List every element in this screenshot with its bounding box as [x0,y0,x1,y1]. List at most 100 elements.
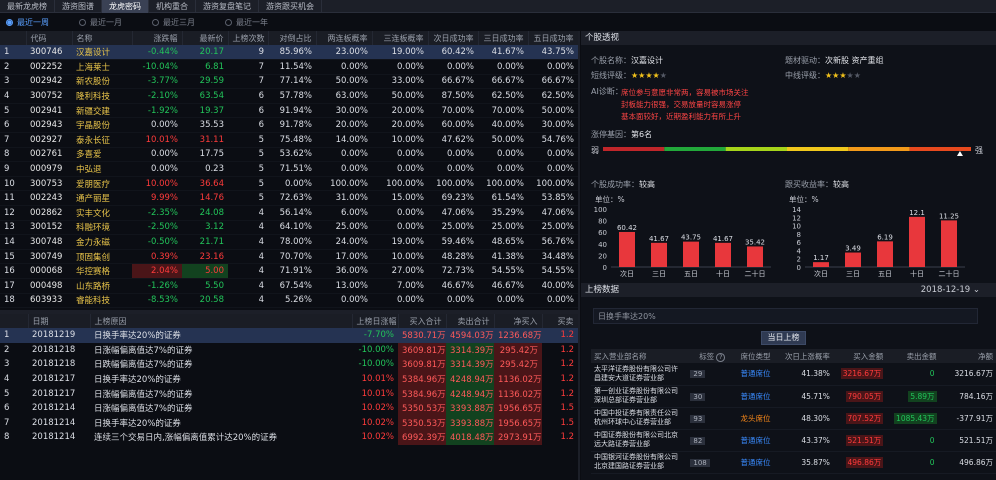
stock-row[interactable]: 2 002252 上海莱士 -10.04% 6.81 7 11.54% 0.00% 0.00% 0… [0,59,578,75]
seat-col-header-3[interactable]: 次日上涨概率 [773,349,833,363]
range-option-0[interactable]: 最近一周 [6,17,49,28]
range-option-3[interactable]: 最近一年 [225,17,268,28]
record-row[interactable]: 3 20181218 日跌幅偏离值达7%的证券 -10.00% 3609.81万 3314… [0,357,578,372]
stock-row[interactable]: 1 300746 汉嘉设计 -0.44% 20.17 9 85.96% 23.00% 19.00… [0,45,578,61]
record-cell-chg: -10.00% [358,344,394,355]
stock-row[interactable]: 9 000979 中弘退 0.00% 0.23 5 71.51% 0.00% 0.00% 0.00… [0,161,578,177]
record-row[interactable]: 4 20181217 日换手率达20%的证券 10.01% 5384.96万 4248.9… [0,371,578,387]
seat-dept-name[interactable]: 第一创业证券股份有限公司深圳总部证券营业部 [591,385,688,408]
stock-cell-times: 4 [228,278,268,294]
record-col-header-2[interactable]: 上榜原因 [90,314,353,328]
stock-cell-name: 宇晶股份 [72,117,132,134]
stock-cell-no: 8 [0,147,26,163]
stock-row[interactable]: 14 300748 金力永磁 -0.50% 21.71 4 78.00% 24.00% 19.0… [0,234,578,250]
seat-dept-name[interactable]: 中国银河证券股份有限公司北京建国路证券营业部 [591,451,688,474]
stock-cell-code: 000068 [26,263,72,279]
tab-4[interactable]: 游资复盘笔记 [196,0,259,13]
stock-cell-dui: 91.94% [268,103,316,119]
stock-cell-d5: 30.00% [528,117,578,134]
billboard-reason-field[interactable]: 日换手率达20% [593,308,978,324]
stock-row[interactable]: 8 002761 多喜爱 0.00% 17.75 5 53.62% 0.00% 0.00% 0.0… [0,147,578,163]
seat-row[interactable]: 太平洋证券股份有限公司许昌建安大道证券营业部 29 普通席位 41.38% 3216.6… [591,363,996,386]
record-cell-date: 20181214 [32,417,76,428]
stock-col-header-2[interactable]: 名称 [72,31,133,45]
stock-col-header-5[interactable]: 上榜次数 [228,31,269,45]
stock-row[interactable]: 15 300749 顶固集创 0.39% 23.16 4 70.70% 17.00% 10.00… [0,249,578,265]
stock-row[interactable]: 17 000498 山东路桥 -1.26% 5.50 4 67.54% 13.00% 7.00%… [0,278,578,294]
stock-col-header-9[interactable]: 次日成功率 [428,31,479,45]
record-cell-sell: 3393.88万 [446,400,494,416]
tab-1[interactable]: 游资图谱 [55,0,102,13]
stock-col-header-0[interactable] [0,31,27,45]
stock-col-header-10[interactable]: 三日成功率 [478,31,529,45]
stock-row[interactable]: 5 002941 新疆交建 -1.92% 19.37 6 91.94% 30.00% 20.00… [0,103,578,119]
seat-col-header-1[interactable]: 标签? [687,349,729,363]
seat-col-header-6[interactable]: 净额 [939,349,996,363]
record-row[interactable]: 7 20181214 日换手率达20%的证券 10.02% 5350.53万 3393.8… [0,415,578,431]
stock-row[interactable]: 4 300752 隆利科技 -2.10% 63.54 6 57.78% 63.00% 50.00… [0,88,578,104]
seat-row[interactable]: 中国中投证券有限责任公司杭州环球中心证券营业部 93 龙头席位 48.30% 707.5… [591,407,996,430]
record-row[interactable]: 6 20181214 日涨幅偏离值达7%的证券 10.02% 5350.53万 3393.… [0,400,578,416]
stock-cell-d3: 62.50% [478,88,528,104]
strength-gauge: 弱强 [591,146,983,156]
success-rate-chart: 0 20 40 60 80 100 60.42 次日 41.67 三日 43.75 五日 41.67 十日… [594,206,771,278]
seat-dept-name[interactable]: 中国中投证券有限责任公司杭州环球中心证券营业部 [591,407,688,430]
stock-row[interactable]: 7 002927 泰永长征 10.01% 31.11 5 75.48% 14.00% 10.00… [0,132,578,148]
range-option-2[interactable]: 最近三月 [152,17,195,28]
record-col-header-5[interactable]: 卖出合计 [446,314,495,328]
stock-row[interactable]: 12 002862 实丰文化 -2.35% 24.08 4 56.14% 6.00% 0.00%… [0,205,578,221]
seat-col-header-5[interactable]: 卖出金额 [886,349,940,363]
x-tick-label: 五日 [878,270,892,278]
record-cell-buy: 3609.81万 [398,342,446,358]
record-row[interactable]: 5 20181217 日涨幅偏离值达7%的证券 10.01% 5384.96万 4248.… [0,386,578,401]
stock-col-header-6[interactable]: 对倒占比 [268,31,317,45]
ai-diagnosis-line: 基本面较好，近期盈利能力有所上升 [621,112,741,121]
seat-dept-name[interactable]: 太平洋证券股份有限公司许昌建安大道证券营业部 [591,363,688,386]
record-row[interactable]: 2 20181218 日涨幅偏离值达7%的证券 -10.00% 3609.81万 3314… [0,342,578,358]
seat-col-header-0[interactable]: 买入营业部名称 [591,349,688,363]
star-empty-icon: ★ [659,71,667,80]
record-col-header-1[interactable]: 日期 [28,314,91,328]
record-col-header-0[interactable] [0,314,29,328]
tab-0[interactable]: 最新龙虎榜 [0,0,55,13]
seat-dept-name[interactable]: 中国证券股份有限公司北京远大路证券营业部 [591,429,688,452]
stock-row[interactable]: 3 002942 新农股份 -3.77% 29.59 7 77.14% 50.00% 33.00… [0,74,578,90]
stock-row[interactable]: 16 000068 华控赛格 2.04% 5.00 4 71.91% 36.00% 27.00%… [0,263,578,279]
tab-5[interactable]: 游资跟买机会 [259,0,322,13]
seat-col-header-2[interactable]: 席位类型 [728,349,774,363]
stock-col-header-7[interactable]: 两连板概率 [316,31,373,45]
stock-row[interactable]: 13 300152 科融环境 -2.50% 3.12 4 64.10% 25.00% 0.00%… [0,220,578,236]
seat-row[interactable]: 中国银河证券股份有限公司北京建国路证券营业部 108 普通席位 35.87% 496.8… [591,451,996,474]
stock-col-header-1[interactable]: 代码 [26,31,73,45]
today-billboard-button[interactable]: 当日上榜 [761,331,806,345]
record-row[interactable]: 8 20181214 连续三个交易日内,涨幅偏离值累计达20%的证券 10.02% 69… [0,430,578,445]
vertical-scrollbar[interactable] [578,31,580,480]
seat-col-header-label: 买入金额 [853,351,884,361]
record-col-header-4[interactable]: 买入合计 [398,314,447,328]
stock-cell-no: 2 [0,59,26,75]
range-option-1[interactable]: 最近一月 [79,17,122,28]
seat-col-header-4[interactable]: 买入金额 [832,349,887,363]
stock-col-header-4[interactable]: 最新价 [182,31,229,45]
seat-tag: 108 [690,458,710,467]
record-row[interactable]: 1 20181219 日换手率达20%的证券 -7.70% 5830.71万 4594.0… [0,328,578,343]
seat-row[interactable]: 中国证券股份有限公司北京远大路证券营业部 82 普通席位 43.37% 521.51万 0… [591,429,996,452]
stock-row[interactable]: 6 002943 宇晶股份 0.00% 35.53 6 91.78% 20.00% 20.00%… [0,117,578,134]
billboard-date-picker[interactable]: 2018-12-19 ⌄ [921,283,980,297]
stock-col-header-3[interactable]: 涨跌幅 [132,31,183,45]
stock-col-header-8[interactable]: 三连板概率 [372,31,429,45]
seat-row[interactable]: 第一创业证券股份有限公司深圳总部证券营业部 30 普通席位 45.71% 790.05万… [591,385,996,408]
tab-3[interactable]: 机构重合 [149,0,196,13]
stock-row[interactable]: 10 300753 爱朋医疗 10.00% 36.64 5 0.00% 100.00% 100.… [0,176,578,192]
stock-row[interactable]: 11 002243 通产丽星 9.99% 14.76 5 72.63% 31.00% 15.00… [0,190,578,207]
record-cell-chg: -7.70% [352,328,398,343]
stock-cell-d3: 41.67% [478,45,528,61]
record-col-header-6[interactable]: 净买入 [494,314,543,328]
record-col-header-3[interactable]: 上榜日涨幅 [352,314,399,328]
gauge-weak-label: 弱 [591,146,599,155]
record-col-header-7[interactable]: 买卖 [542,314,579,328]
stock-col-header-11[interactable]: 五日成功率 [528,31,579,45]
tab-2[interactable]: 龙虎密码 [102,0,149,13]
stock-row[interactable]: 18 603933 睿能科技 -8.53% 20.58 4 5.26% 0.00% 0.00% 0… [0,293,578,309]
short-rating-label: 短线评级： [591,71,631,80]
